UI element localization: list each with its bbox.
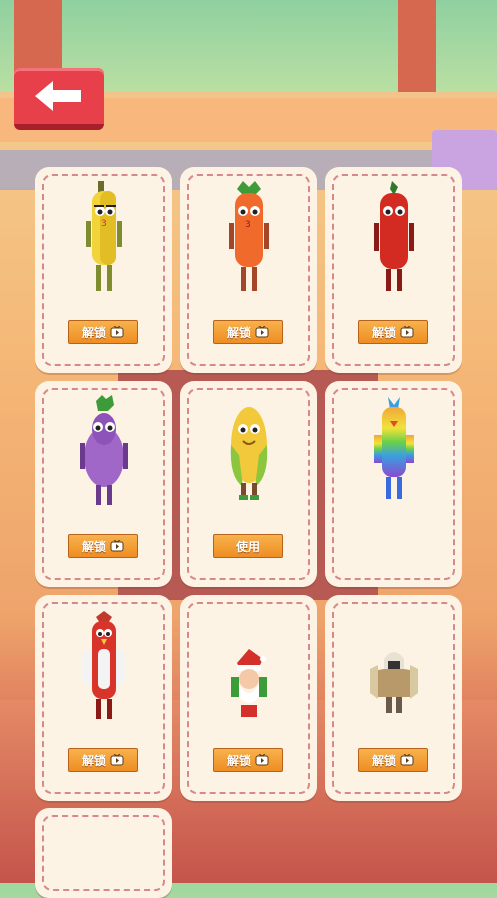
unlock-button[interactable]: 解锁 xyxy=(358,320,428,344)
character-card-carrot[interactable]: 3 解锁 xyxy=(180,167,317,373)
use-button[interactable]: 使用 xyxy=(213,534,283,558)
video-ad-icon xyxy=(255,326,269,338)
video-ad-icon xyxy=(110,540,124,552)
character-card-partial[interactable] xyxy=(35,808,172,898)
knight-character xyxy=(325,609,462,729)
character-card-knight[interactable]: 解锁 xyxy=(325,595,462,801)
corn-character xyxy=(180,395,317,515)
santa-character xyxy=(180,609,317,729)
unlock-button[interactable]: 解锁 xyxy=(68,748,138,772)
background-post xyxy=(398,0,436,105)
video-ad-icon xyxy=(255,754,269,766)
chili-character xyxy=(325,181,462,301)
unlock-button[interactable]: 解锁 xyxy=(68,534,138,558)
unlock-button[interactable]: 解锁 xyxy=(68,320,138,344)
svg-text:3: 3 xyxy=(101,219,107,229)
back-button[interactable] xyxy=(14,68,104,130)
character-card-banana[interactable]: 3 解锁 xyxy=(35,167,172,373)
video-ad-icon xyxy=(110,754,124,766)
svg-text:3: 3 xyxy=(245,220,251,230)
character-card-corn[interactable]: 使用 xyxy=(180,381,317,587)
video-ad-icon xyxy=(400,326,414,338)
character-card-red-bird[interactable]: 解锁 xyxy=(35,595,172,801)
unlock-button[interactable]: 解锁 xyxy=(213,748,283,772)
left-arrow-icon xyxy=(35,81,81,111)
unlock-button[interactable]: 解锁 xyxy=(213,320,283,344)
banana-character: 3 xyxy=(35,181,172,301)
unlock-button[interactable]: 解锁 xyxy=(358,748,428,772)
red-bird-character xyxy=(35,609,172,729)
video-ad-icon xyxy=(110,326,124,338)
eggplant-character xyxy=(35,395,172,515)
video-ad-icon xyxy=(400,754,414,766)
character-card-santa[interactable]: 解锁 xyxy=(180,595,317,801)
character-card-chili[interactable]: 解锁 xyxy=(325,167,462,373)
rainbow-bird-character xyxy=(325,395,462,515)
character-card-rainbow-bird[interactable] xyxy=(325,381,462,587)
character-card-eggplant[interactable]: 解锁 xyxy=(35,381,172,587)
carrot-character: 3 xyxy=(180,181,317,301)
